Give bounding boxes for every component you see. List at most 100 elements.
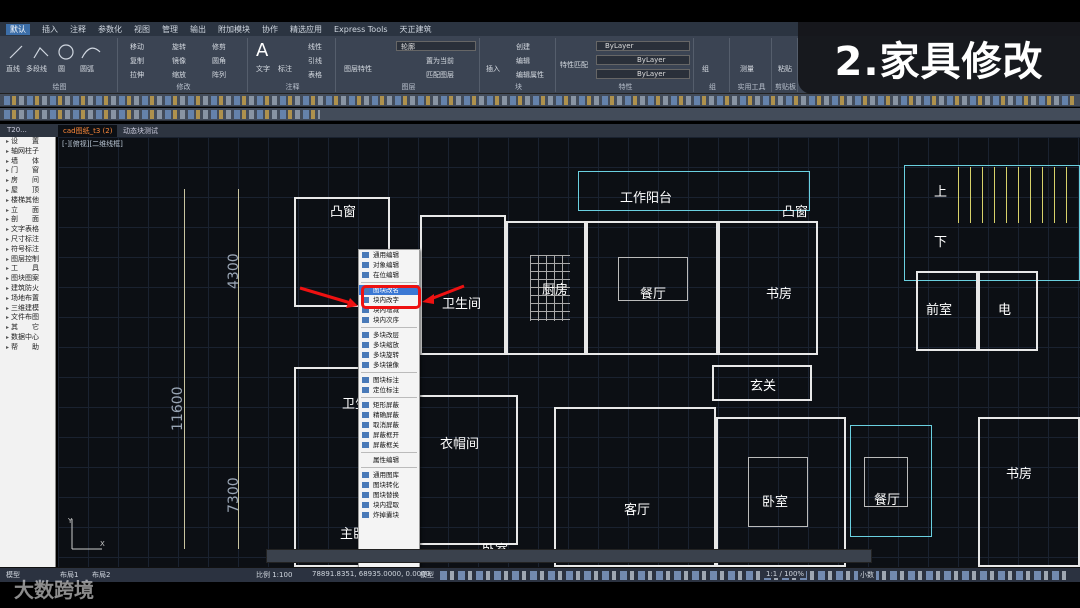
sidebar-item-roof[interactable]: 屋 顶 — [0, 186, 55, 196]
tab-view[interactable]: 视图 — [134, 24, 150, 35]
sidebar-item-tools[interactable]: 工 具 — [0, 264, 55, 274]
tab-annotate[interactable]: 注释 — [70, 24, 86, 35]
measure-button[interactable]: 测量 — [740, 64, 754, 74]
drawing-canvas[interactable]: [-][俯视][二维线框] 4300 11600 7300 凸窗 工作阳台 凸窗… — [58, 137, 1080, 567]
drawing-tab[interactable]: cad图纸_t3 (2) — [58, 125, 118, 137]
group-button[interactable]: 组 — [702, 64, 709, 74]
menu-item-multi-rotate[interactable]: 多块旋转 — [359, 350, 419, 360]
linetype-dropdown[interactable]: ByLayer — [596, 55, 690, 65]
tab-featured[interactable]: 精选应用 — [290, 24, 322, 35]
menu-item-inplace-edit[interactable]: 在位编辑 — [359, 270, 419, 280]
menu-item-block-order[interactable]: 块内次序 — [359, 315, 419, 325]
sidebar-item-text[interactable]: 文字表格 — [0, 225, 55, 235]
command-line[interactable] — [266, 549, 872, 563]
stretch-button[interactable]: 拉伸 — [130, 70, 144, 80]
sidebar-item-layout[interactable]: 文件布图 — [0, 313, 55, 323]
insert-button[interactable]: 插入 — [486, 64, 500, 74]
menu-item-cancel-mask[interactable]: 取消屏蔽 — [359, 420, 419, 430]
sidebar-item-doors[interactable]: 门 窗 — [0, 166, 55, 176]
scale-button[interactable]: 缩放 — [172, 70, 186, 80]
zoom-readout[interactable]: 1:1 / 100% — [764, 570, 807, 578]
menu-item-explode-nested[interactable]: 炸掉囊块 — [359, 510, 419, 520]
match-layer-button[interactable]: 匹配图层 — [426, 70, 454, 80]
mirror-button[interactable]: 镜像 — [172, 56, 186, 66]
sidebar-item-layers[interactable]: 图层控制 — [0, 255, 55, 265]
rotate-button[interactable]: 旋转 — [172, 42, 186, 52]
menu-item-block-annotate[interactable]: 图块标注 — [359, 375, 419, 385]
menu-item-block-extract[interactable]: 块内提取 — [359, 500, 419, 510]
tab-default[interactable]: 默认 — [6, 23, 30, 35]
sidebar-item-help[interactable]: 帮 助 — [0, 343, 55, 353]
sidebar-item-data[interactable]: 数据中心 — [0, 333, 55, 343]
sidebar-item-settings[interactable]: 设 置 — [0, 137, 55, 147]
arc-button[interactable]: 圆弧 — [80, 64, 94, 74]
text-button[interactable]: 文字 — [256, 64, 270, 74]
linear-button[interactable]: 线性 — [308, 42, 322, 52]
layer-dropdown[interactable]: 轮廓 — [396, 41, 476, 51]
dynamic-block-tab[interactable]: 动态块测试 — [118, 125, 163, 137]
copy-button[interactable]: 复制 — [130, 56, 144, 66]
model-space-label[interactable]: 模型 — [420, 570, 434, 580]
toolbar-icons-2[interactable] — [4, 110, 320, 119]
tab-addins[interactable]: 附加模块 — [218, 24, 250, 35]
sidebar-item-section[interactable]: 剖 面 — [0, 215, 55, 225]
array-button[interactable]: 阵列 — [212, 70, 226, 80]
create-block-button[interactable]: 创建 — [516, 42, 530, 52]
table-button[interactable]: 表格 — [308, 70, 322, 80]
menu-item-precise-mask[interactable]: 精确屏蔽 — [359, 410, 419, 420]
sidebar-item-rooms[interactable]: 房 间 — [0, 176, 55, 186]
color-dropdown[interactable]: ByLayer — [596, 41, 690, 51]
paste-button[interactable]: 粘贴 — [778, 64, 792, 74]
leader-button[interactable]: 引线 — [308, 56, 322, 66]
tab-output[interactable]: 输出 — [190, 24, 206, 35]
tab-insert[interactable]: 插入 — [42, 24, 58, 35]
menu-item-multi-scale[interactable]: 多块缩放 — [359, 340, 419, 350]
sidebar-item-dims[interactable]: 尺寸标注 — [0, 235, 55, 245]
match-props-button[interactable]: 特性匹配 — [560, 60, 588, 70]
sidebar-item-stairs[interactable]: 楼梯其他 — [0, 196, 55, 206]
sidebar-item-wall[interactable]: 墙 体 — [0, 157, 55, 167]
units-readout[interactable]: 小数 — [858, 570, 876, 580]
tab-collaborate[interactable]: 协作 — [262, 24, 278, 35]
viewport-label[interactable]: [-][俯视][二维线框] — [62, 139, 123, 149]
sidebar-item-elevation[interactable]: 立 面 — [0, 206, 55, 216]
lineweight-dropdown[interactable]: ByLayer — [596, 69, 690, 79]
menu-item-general-edit[interactable]: 通用编辑 — [359, 250, 419, 260]
menu-item-block-replace[interactable]: 图块替换 — [359, 490, 419, 500]
sidebar-item-other[interactable]: 其 它 — [0, 323, 55, 333]
menu-item-object-edit[interactable]: 对象编辑 — [359, 260, 419, 270]
layout2-tab[interactable]: 布局2 — [92, 570, 110, 580]
menu-item-block-convert[interactable]: 图块转化 — [359, 480, 419, 490]
layer-props-button[interactable]: 图层特性 — [344, 64, 372, 74]
t20-tab[interactable]: T20... — [2, 125, 32, 137]
sidebar-item-fire[interactable]: 建筑防火 — [0, 284, 55, 294]
sidebar-item-3d[interactable]: 三维建模 — [0, 304, 55, 314]
menu-item-general-library[interactable]: 通用图库 — [359, 470, 419, 480]
scale-readout[interactable]: 比例 1:100 — [256, 570, 292, 580]
sidebar-item-symbols[interactable]: 符号标注 — [0, 245, 55, 255]
move-button[interactable]: 移动 — [130, 42, 144, 52]
menu-item-position-annotate[interactable]: 定位标注 — [359, 385, 419, 395]
toolbar-icons-1[interactable] — [4, 96, 1076, 105]
edit-block-button[interactable]: 编辑 — [516, 56, 530, 66]
menu-item-mask-frame-on[interactable]: 屏蔽框开 — [359, 430, 419, 440]
set-current-button[interactable]: 置为当前 — [426, 56, 454, 66]
tab-parametric[interactable]: 参数化 — [98, 24, 122, 35]
status-toggles[interactable] — [440, 571, 1070, 580]
trim-button[interactable]: 修剪 — [212, 42, 226, 52]
menu-item-multi-mirror[interactable]: 多块镜像 — [359, 360, 419, 370]
sidebar-item-site[interactable]: 场地布置 — [0, 294, 55, 304]
sidebar-item-axis[interactable]: 轴网柱子 — [0, 147, 55, 157]
edit-attr-button[interactable]: 编辑属性 — [516, 70, 544, 80]
circle-button[interactable]: 圆 — [58, 64, 65, 74]
menu-item-mask-frame-off[interactable]: 屏蔽框关 — [359, 440, 419, 450]
tab-tangent[interactable]: 天正建筑 — [400, 24, 432, 35]
menu-item-multi-layer[interactable]: 多块改层 — [359, 330, 419, 340]
sidebar-item-blocks[interactable]: 图块图案 — [0, 274, 55, 284]
fillet-button[interactable]: 圆角 — [212, 56, 226, 66]
menu-item-attr-edit[interactable]: 属性编辑 — [359, 455, 419, 465]
polyline-button[interactable]: 多段线 — [26, 64, 47, 74]
tab-manage[interactable]: 管理 — [162, 24, 178, 35]
line-button[interactable]: 直线 — [6, 64, 20, 74]
tab-express[interactable]: Express Tools — [334, 25, 388, 34]
